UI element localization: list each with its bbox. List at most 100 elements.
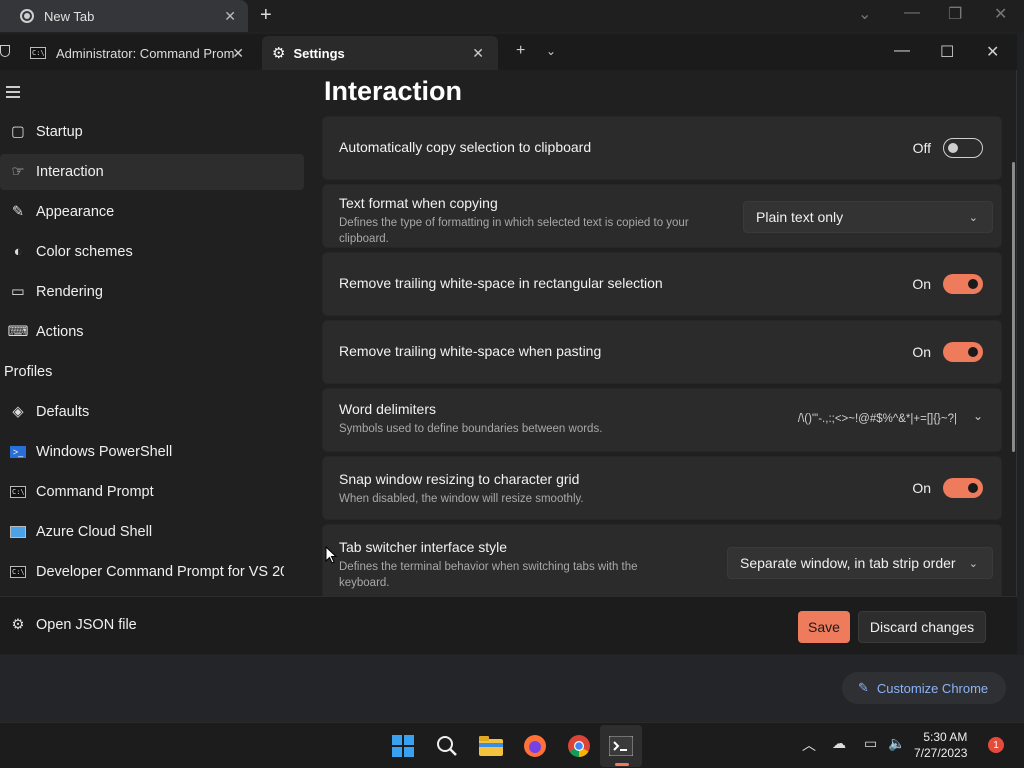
toggle-state: Off	[912, 140, 931, 156]
setting-trim-paste: Remove trailing white-space when pasting…	[322, 320, 1002, 384]
chevron-down-icon[interactable]: ⌄	[858, 4, 871, 24]
sidebar-item-label: Developer Command Prompt for VS 202	[36, 564, 284, 580]
setting-trim-block-selection: Remove trailing white-space in rectangul…	[322, 252, 1002, 316]
save-button[interactable]: Save	[798, 611, 850, 643]
keyboard-icon: ⌨	[7, 324, 29, 340]
setting-snap-resize: Snap window resizing to character grid W…	[322, 456, 1002, 520]
close-button[interactable]: ✕	[994, 4, 1007, 24]
toggle-state: On	[912, 276, 931, 292]
word-delimiters-value: /\()"'-.,:;<>~!@#$%^&*|+=[]{}~?|	[797, 413, 957, 425]
clock-date: 7/27/2023	[914, 746, 968, 760]
chevron-down-icon[interactable]: ⌄	[546, 44, 556, 58]
open-json-button[interactable]: ⚙ Open JSON file	[0, 607, 304, 643]
sidebar-item-defaults[interactable]: ◈ Defaults	[0, 394, 304, 430]
setting-word-delimiters: Word delimiters Symbols used to define b…	[322, 388, 1002, 452]
dropdown-value: Plain text only	[756, 209, 844, 225]
notification-badge[interactable]: 1	[988, 737, 1004, 753]
file-explorer-icon[interactable]	[478, 733, 504, 759]
expand-chevron-icon[interactable]: ⌄	[973, 409, 983, 423]
startup-icon: ▢	[11, 124, 25, 140]
sidebar-item-azure-cloud-shell[interactable]: Azure Cloud Shell	[0, 514, 304, 550]
terminal-window: C:\ Administrator: Command Prom ✕ ⚙ Sett…	[0, 34, 1017, 654]
layers-icon: ◈	[12, 404, 24, 420]
chrome-tab[interactable]: New Tab ✕	[0, 0, 248, 32]
sidebar-item-label: Color schemes	[36, 244, 133, 260]
sidebar-item-label: Startup	[36, 124, 83, 140]
sidebar-item-label: Actions	[36, 324, 84, 340]
setting-description: When disabled, the window will resize sm…	[339, 493, 584, 505]
sidebar-item-rendering[interactable]: ▭ Rendering	[0, 274, 304, 310]
setting-text-format: Text format when copying Defines the typ…	[322, 184, 1002, 248]
restore-button[interactable]: ❐	[948, 4, 962, 24]
clock[interactable]: 5:30 AM 7/27/2023	[914, 729, 967, 761]
sidebar-item-command-prompt[interactable]: C:\ Command Prompt	[0, 474, 304, 510]
volume-icon[interactable]: 🔈	[888, 735, 905, 752]
gear-icon: ⚙	[11, 617, 25, 633]
hamburger-menu-icon[interactable]	[6, 86, 20, 101]
sidebar-item-appearance[interactable]: ✎ Appearance	[0, 194, 304, 230]
close-icon[interactable]: ✕	[224, 8, 236, 25]
new-tab-button[interactable]: +	[516, 42, 525, 60]
trim-block-selection-toggle[interactable]	[943, 274, 983, 294]
copy-on-select-toggle[interactable]	[943, 138, 983, 158]
gear-icon: ⚙	[272, 45, 286, 62]
setting-label: Snap window resizing to character grid	[339, 471, 580, 487]
sidebar-item-color-schemes[interactable]: ◐ Color schemes	[0, 234, 304, 270]
interaction-icon: ☞	[11, 164, 25, 180]
setting-label: Tab switcher interface style	[339, 539, 508, 555]
close-button[interactable]: ✕	[986, 42, 999, 62]
setting-label: Remove trailing white-space in rectangul…	[339, 275, 663, 291]
sidebar-item-label: Appearance	[36, 204, 115, 220]
cloud-icon[interactable]: ☁	[832, 735, 846, 752]
sidebar-item-actions[interactable]: ⌨ Actions	[0, 314, 304, 350]
search-icon[interactable]	[434, 733, 460, 759]
chrome-icon[interactable]	[566, 733, 592, 759]
snap-resize-toggle[interactable]	[943, 478, 983, 498]
terminal-icon[interactable]	[608, 733, 634, 759]
start-button-icon[interactable]	[390, 733, 416, 759]
sidebar-item-label: Command Prompt	[36, 484, 154, 500]
clock-time: 5:30 AM	[923, 730, 968, 744]
firefox-icon[interactable]	[522, 733, 548, 759]
mouse-cursor-icon	[325, 546, 337, 564]
sidebar-item-label: Rendering	[36, 284, 103, 300]
azure-icon	[0, 526, 36, 538]
cmd-icon: C:\	[10, 566, 26, 578]
tab-switcher-dropdown[interactable]: Separate window, in tab strip order ⌄	[727, 547, 993, 579]
new-tab-button[interactable]: +	[260, 4, 272, 27]
maximize-button[interactable]: ☐	[940, 42, 954, 62]
customize-chrome-button[interactable]: ✎ Customize Chrome	[842, 672, 1006, 704]
tab-administrator[interactable]: C:\ Administrator: Command Prom ✕	[0, 36, 258, 70]
minimize-button[interactable]: —	[904, 4, 920, 22]
settings-content: Interaction Automatically copy selection…	[312, 70, 1017, 598]
network-icon[interactable]: ▭	[864, 735, 877, 752]
content-scrollbar[interactable]	[1012, 162, 1015, 452]
discard-changes-button[interactable]: Discard changes	[858, 611, 986, 643]
monitor-icon: ▭	[11, 284, 25, 300]
sidebar-item-startup[interactable]: ▢ Startup	[0, 114, 304, 150]
page-title: Interaction	[324, 76, 463, 106]
chevron-down-icon: ⌄	[968, 557, 978, 570]
sidebar-item-interaction[interactable]: ☞ Interaction	[0, 154, 304, 190]
profiles-heading: Profiles	[4, 364, 53, 380]
sidebar-item-developer-command-prompt[interactable]: C:\ Developer Command Prompt for VS 202	[0, 554, 304, 590]
cmd-icon: C:\	[30, 47, 46, 59]
close-icon[interactable]: ✕	[232, 45, 244, 62]
customize-chrome-label: Customize Chrome	[876, 680, 989, 696]
text-format-dropdown[interactable]: Plain text only ⌄	[743, 201, 993, 233]
tab-label: Settings	[293, 45, 345, 61]
palette-icon: ◐	[13, 244, 23, 260]
setting-label: Automatically copy selection to clipboar…	[339, 139, 592, 155]
minimize-button[interactable]: —	[894, 42, 910, 60]
setting-copy-on-select: Automatically copy selection to clipboar…	[322, 116, 1002, 180]
chevron-up-icon[interactable]: ︿	[802, 735, 816, 755]
setting-label: Text format when copying	[339, 195, 498, 211]
tab-settings[interactable]: ⚙ Settings ✕	[262, 36, 498, 70]
setting-description: Symbols used to define boundaries betwee…	[339, 423, 603, 435]
setting-label: Word delimiters	[339, 401, 436, 417]
trim-paste-toggle[interactable]	[943, 342, 983, 362]
close-icon[interactable]: ✕	[472, 45, 484, 62]
sidebar-item-powershell[interactable]: >_ Windows PowerShell	[0, 434, 304, 470]
cmd-icon: C:\	[10, 486, 26, 498]
taskbar: ︿ ☁ ▭ 🔈 5:30 AM 7/27/2023 1	[0, 722, 1024, 768]
